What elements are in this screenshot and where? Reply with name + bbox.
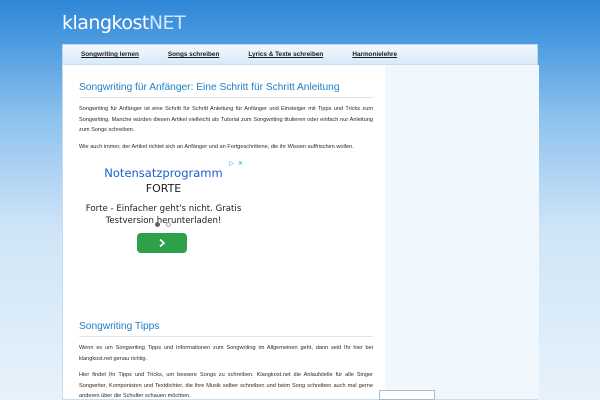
- carousel-dot[interactable]: [166, 222, 171, 227]
- chevron-right-icon: [159, 238, 166, 248]
- ad-brand: FORTE: [145, 182, 182, 195]
- tips-section: Songwriting Tipps Wenn es um Songwriting…: [79, 321, 373, 400]
- nav-lyrics-texte[interactable]: Lyrics & Texte schreiben: [248, 51, 323, 58]
- ad-title[interactable]: Notensatzprogramm: [79, 166, 248, 180]
- nav-songs-schreiben[interactable]: Songs schreiben: [168, 51, 220, 58]
- main-column: Songwriting für Anfänger: Eine Schritt f…: [79, 82, 373, 152]
- search-input[interactable]: [379, 390, 435, 400]
- ad-banner[interactable]: ▷ ✕ Notensatzprogramm FORTE Forte - Einf…: [79, 160, 248, 260]
- section-title: Songwriting Tipps: [79, 321, 373, 337]
- main-navigation: Songwriting lernen Songs schreiben Lyric…: [62, 44, 538, 64]
- site-logo[interactable]: klangkostNET: [62, 12, 186, 34]
- article-paragraph-2: Wie auch immer, der Artikel richtet sich…: [79, 143, 354, 150]
- content-area: Songwriting für Anfänger: Eine Schritt f…: [62, 64, 539, 400]
- ad-cta-button[interactable]: [137, 233, 187, 253]
- sidebar: [385, 65, 539, 399]
- carousel-dot-active[interactable]: [155, 222, 160, 227]
- section-paragraph-1: Wenn es um Songwriting Tipps und Informa…: [79, 345, 373, 362]
- section-paragraph-2: Hier findet Ihr Tipps und Tricks, um bes…: [79, 372, 373, 400]
- article-paragraph-1: Songwriting für Anfänger ist eine Schrit…: [79, 106, 373, 134]
- ad-carousel-dots: [155, 222, 171, 227]
- nav-songwriting-lernen[interactable]: Songwriting lernen: [81, 51, 139, 58]
- article-title: Songwriting für Anfänger: Eine Schritt f…: [79, 82, 373, 98]
- nav-harmonielehre[interactable]: Harmonielehre: [352, 51, 397, 58]
- logo-accent-text: NET: [148, 12, 186, 34]
- logo-text: klangkost: [62, 12, 149, 34]
